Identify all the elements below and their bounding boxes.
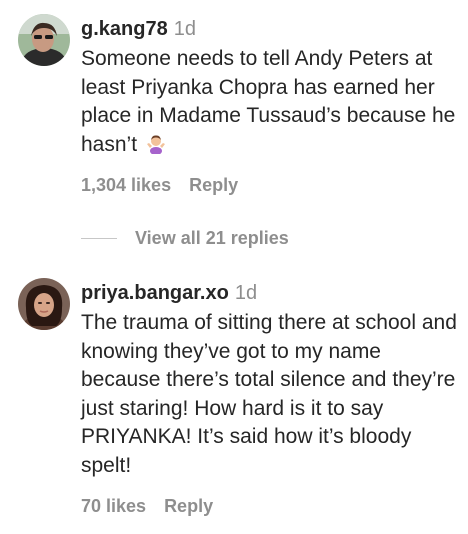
divider-line <box>81 237 117 239</box>
woman-shrugging-icon <box>145 132 167 155</box>
avatar-photo <box>18 14 70 66</box>
timestamp[interactable]: 1d <box>174 18 196 40</box>
reply-button[interactable]: Reply <box>189 175 238 195</box>
comment-text-content: The trauma of sitting there at school an… <box>81 311 457 477</box>
comment-content: g.kang78 1d Someone needs to tell Andy Pe… <box>81 16 462 159</box>
username[interactable]: g.kang78 <box>81 18 168 40</box>
avatar[interactable] <box>18 14 70 66</box>
likes-count[interactable]: 70 likes <box>81 496 146 516</box>
view-replies-button[interactable]: View all 21 replies <box>81 226 289 250</box>
comment-header: priya.bangar.xo 1d <box>81 280 462 306</box>
likes-count[interactable]: 1,304 likes <box>81 175 171 195</box>
avatar[interactable] <box>18 278 70 330</box>
timestamp[interactable]: 1d <box>235 282 257 304</box>
reply-button[interactable]: Reply <box>164 496 213 516</box>
comment-actions: 70 likes Reply <box>81 496 213 517</box>
comment-text: Someone needs to tell Andy Peters at lea… <box>81 45 462 159</box>
username[interactable]: priya.bangar.xo <box>81 282 229 304</box>
comment-actions: 1,304 likes Reply <box>81 175 238 196</box>
avatar-photo <box>18 278 70 330</box>
view-replies-label: View all 21 replies <box>135 227 289 248</box>
comment-text: The trauma of sitting there at school an… <box>81 309 462 480</box>
comment-text-content: Someone needs to tell Andy Peters at lea… <box>81 47 456 156</box>
comment-header: g.kang78 1d <box>81 16 462 42</box>
comment-content: priya.bangar.xo 1d The trauma of sitting … <box>81 280 462 480</box>
